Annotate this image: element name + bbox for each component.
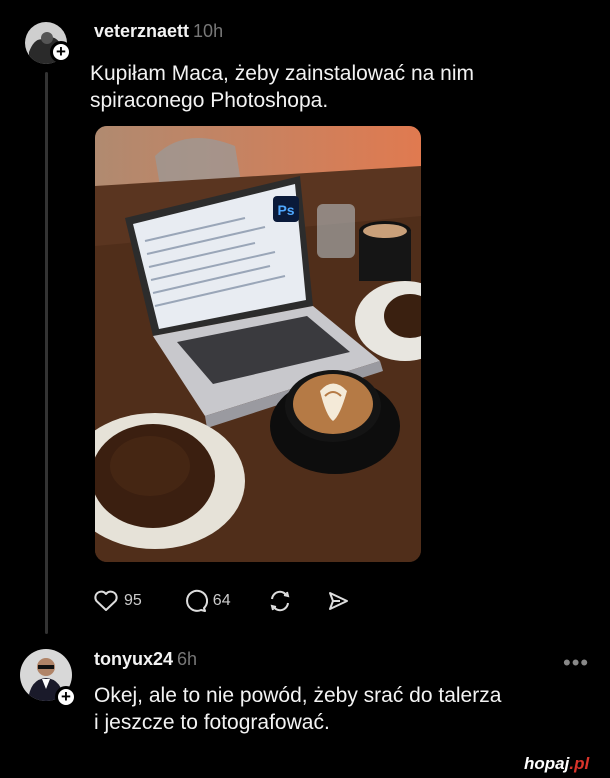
like-button[interactable]: 95 [93, 589, 142, 613]
repost-button[interactable] [267, 588, 293, 614]
share-button[interactable] [325, 588, 351, 614]
more-options-button[interactable]: ••• [563, 650, 589, 676]
post-text: Kupiłam Maca, żeby zainstalować na nim s… [90, 60, 474, 114]
reply-username[interactable]: tonyux24 [94, 649, 173, 669]
post-text-line-1: Kupiłam Maca, żeby zainstalować na nim [90, 62, 475, 85]
repost-icon [270, 590, 289, 612]
watermark-name: hopaj [524, 754, 570, 773]
watermark-tld: .pl [569, 754, 590, 773]
watermark: hopaj.pl [524, 754, 589, 774]
post-header: veterznaett 10h [94, 21, 223, 42]
reply-time: 6h [177, 649, 198, 669]
reply-text-line-1: Okej, ale to nie powód, żeby srać do tal… [94, 684, 502, 707]
reply-text-line-2: i jeszcze to fotografować. [94, 711, 330, 734]
post-time: 10h [193, 21, 224, 41]
share-icon [328, 592, 348, 610]
photo-ps-label: Ps [277, 202, 294, 218]
follow-plus-icon[interactable]: + [50, 41, 72, 63]
comment-count: 64 [212, 592, 231, 609]
post-photo[interactable]: Ps [95, 126, 421, 562]
reply-text: Okej, ale to nie powód, żeby srać do tal… [94, 682, 501, 736]
like-count: 95 [124, 592, 142, 609]
thread-line [45, 72, 48, 634]
reply-header: tonyux24 6h [94, 649, 197, 670]
reply-follow-plus-icon[interactable]: + [55, 686, 77, 708]
heart-icon [94, 590, 118, 611]
comment-icon [185, 589, 208, 612]
comment-button[interactable]: 64 [182, 588, 231, 614]
post-username[interactable]: veterznaett [94, 21, 189, 41]
post-text-line-2: spiraconego Photoshopa. [90, 89, 329, 112]
post-actions: 95 64 [93, 588, 377, 614]
